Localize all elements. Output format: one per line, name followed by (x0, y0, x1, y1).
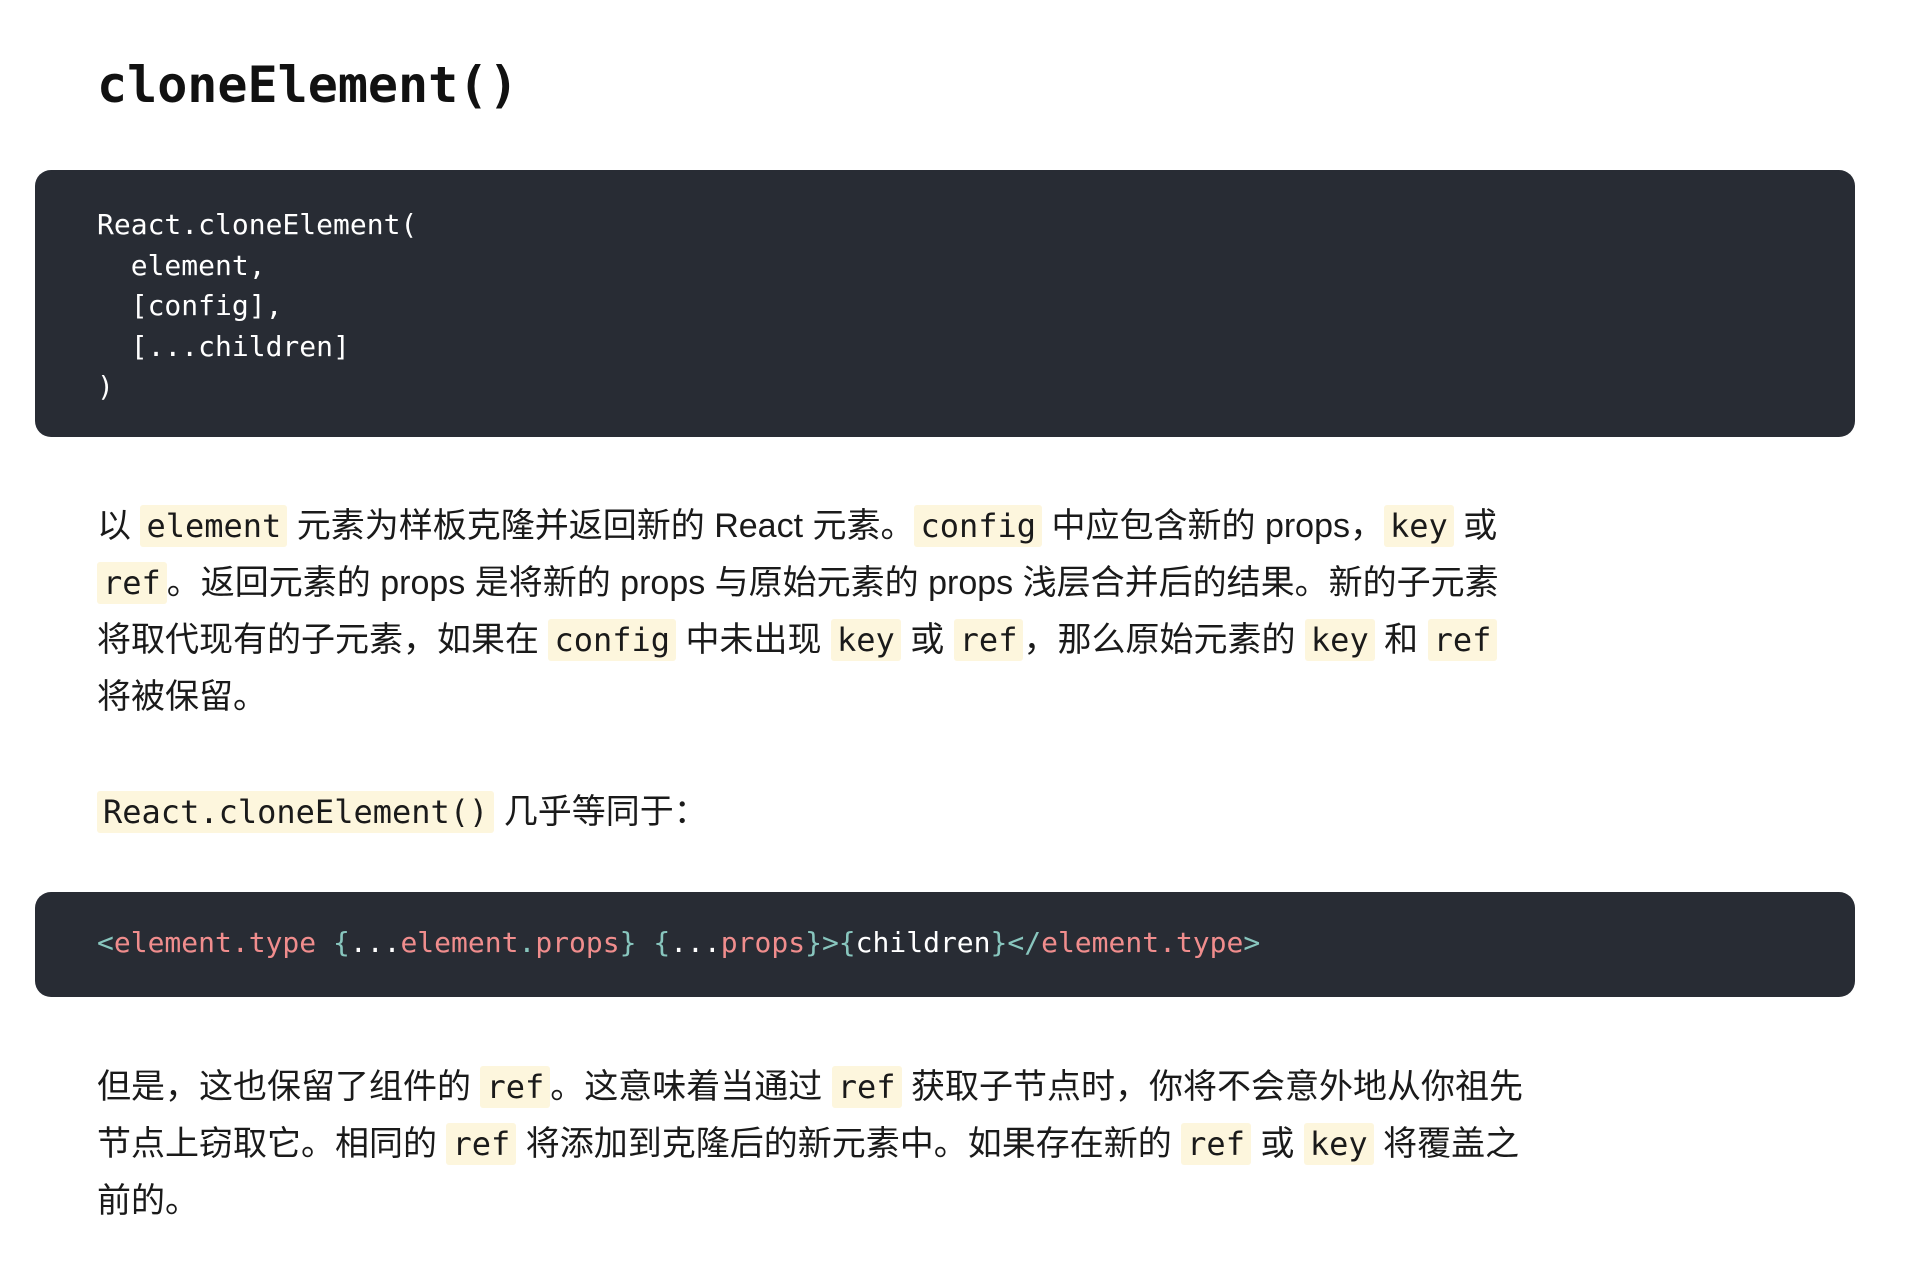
inline-code: config (548, 619, 677, 661)
jsx-spread: ... (349, 926, 401, 959)
text-run: 将覆盖之 (1373, 1125, 1520, 1163)
code-line: element, (97, 248, 266, 282)
jsx-identifier: element (400, 926, 519, 959)
text-run: 或 (900, 621, 954, 659)
inline-code: key (1384, 505, 1454, 547)
jsx-brace: { (838, 926, 856, 959)
code-line: [...children] (97, 329, 350, 363)
text-run: 中应包含新的 props， (1042, 507, 1385, 545)
text-run: 获取子节点时，你将不会意外地从你祖先 (901, 1068, 1523, 1106)
paragraph-line: 但是，这也保留了组件的 ref 。这意味着当通过 ref 获取子节点时，你将不会意… (97, 1059, 1557, 1116)
jsx-angle-bracket: </ (1007, 926, 1042, 959)
text-run: 但是，这也保留了组件的 (97, 1068, 481, 1106)
equivalence-paragraph: React.cloneElement() 几乎等同于： (97, 784, 1557, 841)
text-run: 中未出现 (676, 621, 831, 659)
inline-code: key (1303, 1123, 1374, 1165)
signature-code-block: React.cloneElement( element, [config], [… (35, 170, 1855, 437)
inline-code: React.cloneElement() (97, 791, 495, 833)
text-run: 或 (1250, 1125, 1304, 1163)
text-run: 前的。 (97, 1182, 199, 1220)
code-line: [config], (97, 289, 283, 322)
equivalent-jsx-code-block: <element.type {...element.props} {...pro… (35, 892, 1855, 997)
inline-code: element (140, 505, 288, 547)
inline-code: ref (446, 1123, 517, 1165)
documentation-page: cloneElement() React.cloneElement( eleme… (0, 0, 1920, 1264)
jsx-identifier: children (855, 926, 991, 959)
code-line: ) (97, 370, 114, 403)
jsx-tag-name: element.type (1041, 926, 1244, 959)
jsx-brace: } (805, 926, 822, 959)
jsx-angle-bracket: > (821, 926, 839, 959)
jsx-angle-bracket: > (1243, 926, 1261, 959)
text-run: 元素为样板克隆并返回新的 React 元素。 (287, 507, 915, 545)
text-run: 或 (1453, 507, 1498, 545)
code-line: React.cloneElement( (97, 208, 418, 241)
text-run: 以 (97, 507, 141, 545)
inline-code: ref (953, 619, 1024, 661)
jsx-spread: ... (670, 926, 721, 959)
jsx-brace: { (653, 926, 671, 959)
text-run: 几乎等同于： (494, 793, 708, 831)
section-heading: cloneElement() (97, 56, 519, 114)
text-run: 和 (1374, 621, 1428, 659)
jsx-brace: } (990, 926, 1008, 959)
paragraph-line: 将取代现有的子元素，如果在 config 中未出现 key 或 ref ，那么原始… (97, 612, 1557, 669)
paragraph-line: React.cloneElement() 几乎等同于： (97, 784, 1557, 841)
inline-code: ref (480, 1066, 551, 1108)
paragraph-line: 将被保留。 (97, 669, 1557, 726)
inline-code: ref (97, 562, 167, 604)
jsx-brace: } (619, 926, 637, 959)
text-run: 将取代现有的子元素，如果在 (97, 621, 549, 659)
text-run: ，那么原始元素的 (1023, 621, 1305, 659)
jsx-brace: { (333, 926, 350, 959)
inline-code: key (830, 619, 901, 661)
inline-code: ref (1181, 1123, 1251, 1165)
jsx-identifier: props (535, 926, 620, 959)
inline-code: config (914, 505, 1043, 547)
paragraph-line: 以 element 元素为样板克隆并返回新的 React 元素。 config 中… (97, 498, 1557, 555)
inline-code: ref (831, 1066, 902, 1108)
paragraph-line: 前的。 (97, 1173, 1557, 1230)
paragraph-line: ref 。返回元素的 props 是将新的 props 与原始元素的 props … (97, 555, 1557, 612)
jsx-identifier: props (720, 926, 806, 959)
text-run: 节点上窃取它。相同的 (97, 1125, 447, 1163)
text-run: 。返回元素的 props 是将新的 props 与原始元素的 props 浅层合… (166, 564, 1499, 602)
inline-code: key (1304, 619, 1375, 661)
text-run: 将被保留。 (97, 678, 267, 716)
jsx-dot: . (518, 926, 536, 959)
jsx-angle-bracket: < (97, 926, 114, 959)
text-run: 将添加到克隆后的新元素中。如果存在新的 (516, 1125, 1182, 1163)
text-run: 。这意味着当通过 (550, 1068, 832, 1106)
description-paragraph: 以 element 元素为样板克隆并返回新的 React 元素。 config 中… (97, 498, 1557, 726)
paragraph-line: 节点上窃取它。相同的 ref 将添加到克隆后的新元素中。如果存在新的 ref 或… (97, 1116, 1557, 1173)
jsx-tag-name: element.type (113, 926, 317, 959)
inline-code: ref (1427, 619, 1498, 661)
ref-note-paragraph: 但是，这也保留了组件的 ref 。这意味着当通过 ref 获取子节点时，你将不会意… (97, 1059, 1557, 1230)
